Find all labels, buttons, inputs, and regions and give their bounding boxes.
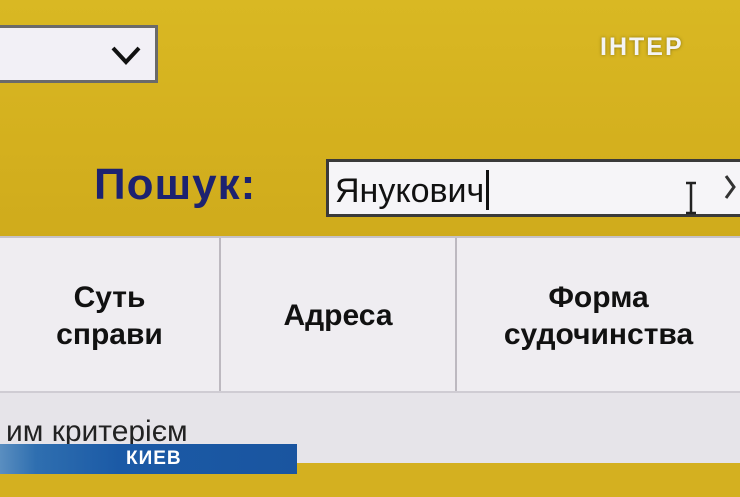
- column-header-label: Форма судочинства: [503, 280, 694, 352]
- column-header-label: Суть справи: [56, 280, 163, 352]
- column-header-proceeding-form[interactable]: Форма судочинства: [457, 238, 740, 394]
- category-dropdown[interactable]: [0, 25, 158, 83]
- channel-logo: ІНТЕР: [600, 33, 684, 61]
- text-caret: [486, 170, 490, 210]
- search-input[interactable]: Янукович: [326, 159, 740, 217]
- news-ticker: КИЕВ: [0, 444, 297, 474]
- chevron-down-icon: [111, 46, 141, 65]
- scroll-arrow-icon[interactable]: [724, 168, 740, 206]
- column-header-label: Адреса: [283, 299, 393, 333]
- search-label: Пошук:: [94, 160, 257, 209]
- column-header-address[interactable]: Адреса: [221, 238, 457, 394]
- column-header-case-essence[interactable]: Суть справи: [0, 238, 221, 394]
- search-input-value: Янукович: [335, 172, 485, 210]
- ibeam-cursor-icon: [686, 181, 696, 215]
- ticker-city: КИЕВ: [126, 448, 182, 469]
- results-table-header: Суть справи Адреса Форма судочинства: [0, 236, 740, 398]
